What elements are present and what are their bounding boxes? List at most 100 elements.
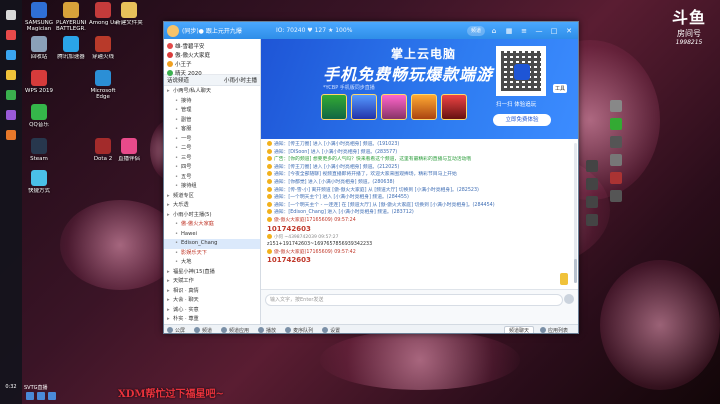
gift-icon[interactable]	[560, 273, 568, 285]
channel-tree-node[interactable]: • 副管	[164, 116, 260, 126]
notice-icon	[267, 156, 272, 162]
channel-tree-node[interactable]: ▸ 相识 · 真情	[164, 287, 260, 297]
desktop-icon-label: 直播伴侣	[117, 156, 140, 162]
toolbar-button[interactable]: 设置	[322, 327, 341, 334]
channel-tree-node[interactable]: ▸ 小两号/私人聊天	[164, 87, 260, 97]
stream-label: SVTG直播	[24, 385, 48, 391]
toolbar-button[interactable]: 频道	[194, 327, 212, 333]
app-icon[interactable]	[6, 70, 16, 80]
notice-icon	[267, 148, 272, 154]
channel-tree-node[interactable]: ▸ 大会 · 聊天	[164, 296, 260, 306]
channel-tree-label: 小雨小时主播(5)	[173, 211, 212, 218]
channel-pill[interactable]: 频道	[466, 25, 485, 36]
desktop-icon-label: WPS 2019	[25, 88, 53, 94]
chat-input[interactable]: 输入文字，按Enter发送	[265, 294, 563, 306]
channel-tree-node[interactable]: • 傲-傲火大家庭	[164, 220, 260, 230]
channel-tree-node[interactable]: ▸ 诚心 · 实意	[164, 306, 260, 316]
channel-tree-node[interactable]: • 接待组	[164, 182, 260, 192]
desktop-icon[interactable]: QQ音乐	[24, 104, 54, 134]
app-icon[interactable]	[6, 30, 16, 40]
toolbar-button[interactable]: 公屏	[167, 327, 186, 334]
channel-member-row[interactable]: 小王子	[167, 59, 257, 68]
channel-tree-label: 福星小神(15)直播	[173, 268, 215, 275]
channel-tree-node[interactable]: • 客服	[164, 125, 260, 135]
desktop-icon[interactable]: Steam	[24, 138, 54, 168]
channel-tree-label: 四号	[181, 164, 192, 170]
channel-member-row[interactable]: 雄-雪碧平安	[167, 41, 257, 50]
grid-icon[interactable]: ▦	[503, 25, 515, 37]
chat-notice: 通知：[DISoon] 进入 [小满小时亮相身] 频道。(283577)	[267, 148, 574, 157]
toolbar-label: 设置	[330, 327, 341, 334]
channel-tree-node[interactable]: ▸ 天赋工作	[164, 277, 260, 287]
app-icon[interactable]	[6, 130, 16, 140]
chat-message: z151+191742603~1697657856939342233	[267, 242, 373, 248]
desktop-icon-label: 回收站	[30, 54, 48, 60]
desktop-icon[interactable]: SAMSUNG Magician	[24, 2, 54, 32]
app-icon[interactable]	[6, 90, 16, 100]
channel-tree-node[interactable]: ▸ 福星小神(15)直播	[164, 268, 260, 278]
main-area: 掌上云电脑 手机免费畅玩爆款端游 *YCBP 手机版同步直播 扫一扫 体验追玩 …	[261, 39, 578, 324]
toolbar-button[interactable]: 频道应用	[221, 327, 249, 333]
desktop-icon[interactable]: 回收站	[24, 36, 54, 66]
input-area: 输入文字，按Enter发送	[261, 289, 578, 324]
yy-window: (同步)● 跟上元开九爆 IO: 70240 ♥ 127 ★ 100% 频道 ⌂…	[163, 21, 579, 334]
member-badge-icon	[167, 69, 173, 76]
channel-tree-node[interactable]: ▸ 小雨小时主播(5)	[164, 211, 260, 221]
side-tool-button[interactable]: 工具	[553, 84, 568, 93]
channel-tree-node[interactable]: ▸ 频道专区	[164, 192, 260, 202]
free-trial-button[interactable]: 立即免费体验	[493, 114, 551, 126]
channel-tree-node[interactable]: • 四号	[164, 163, 260, 173]
channel-tree-node[interactable]: • 二号	[164, 144, 260, 154]
toolbar-icon	[285, 327, 292, 333]
app-list-button[interactable]: 应用列表	[539, 327, 568, 333]
close-button[interactable]: ✕	[563, 25, 575, 37]
desktop-icon[interactable]: Microsoft Edge	[88, 70, 118, 100]
desktop-icon[interactable]: 穿越火线	[88, 36, 118, 66]
channel-tree-node[interactable]: • 影娱乐天下	[164, 249, 260, 259]
menu-icon[interactable]: ≡	[518, 25, 530, 37]
channel-tree-node[interactable]: • Edison_Chang	[164, 239, 260, 249]
toolbar-button[interactable]: 麦序队列	[285, 327, 313, 333]
channel-tree-label: 一号	[181, 135, 192, 142]
home-icon[interactable]: ⌂	[488, 25, 500, 37]
start-icon[interactable]	[6, 10, 16, 20]
desktop-icon[interactable]: 腾讯加速器	[56, 36, 86, 66]
channel-member-row[interactable]: 傲-傲火大家庭	[167, 50, 257, 59]
channel-tree-node[interactable]: • 管理	[164, 106, 260, 116]
minimize-button[interactable]: —	[533, 25, 545, 37]
current-sub-channel[interactable]: 小雨小时主播	[224, 76, 257, 84]
channel-tree-node[interactable]: • 五号	[164, 173, 260, 183]
channel-tree-node[interactable]: • 一号	[164, 135, 260, 145]
channel-tree-node[interactable]: ▸ 大乐透	[164, 201, 260, 211]
toolbar-label: 公屏	[175, 327, 186, 334]
channel-tree-label: 相识 · 真情	[173, 287, 199, 294]
send-icon[interactable]	[564, 294, 574, 304]
desktop-icon[interactable]: 新建文件夹	[114, 2, 144, 32]
channel-tree-node[interactable]: • Hawei	[164, 230, 260, 240]
channel-tree-node[interactable]: • 三号	[164, 154, 260, 164]
member-badge-icon	[167, 60, 173, 67]
toolbar-button[interactable]: 播放	[258, 327, 277, 334]
desktop-icon[interactable]: 快捷方式	[24, 170, 54, 200]
title-bar[interactable]: (同步)● 跟上元开九爆 IO: 70240 ♥ 127 ★ 100% 频道 ⌂…	[164, 22, 578, 39]
app-icon	[95, 70, 111, 86]
chat-mode-select[interactable]: 频道聊天	[503, 325, 534, 333]
maximize-button[interactable]: □	[548, 25, 560, 37]
desktop-icon[interactable]: 直播伴侣	[114, 138, 144, 168]
channel-tree-header: 话说频道 小雨小时主播	[164, 75, 260, 86]
app-icon[interactable]	[6, 110, 16, 120]
desktop-icon[interactable]: PLAYERUNKNOWN'S BATTLEGR...	[56, 2, 86, 32]
app-icon	[31, 138, 47, 154]
ad-banner[interactable]: 掌上云电脑 手机免费畅玩爆款端游 *YCBP 手机版同步直播 扫一扫 体验追玩 …	[261, 39, 578, 139]
channel-avatar[interactable]	[167, 24, 179, 37]
desktop-icon[interactable]: WPS 2019	[24, 70, 54, 100]
app-icon	[31, 2, 47, 18]
channel-tree-node[interactable]: • 大地	[164, 258, 260, 268]
chat-scrollbar[interactable]	[574, 143, 577, 283]
toolbar-label: 播放	[266, 327, 277, 334]
notice-icon	[267, 216, 272, 222]
chat-notice: 通知：[一个明天主个 - 一连连] 在 [频道大厅] 从 [傲-傲火大家庭] 切…	[267, 201, 574, 210]
app-icon[interactable]	[6, 50, 16, 60]
channel-tree-pane: 雄-雪碧平安 傲-傲火大家庭 小王子 晴天 2020 话说频道 小雨小时主播 ▸ 小两号…	[164, 39, 261, 332]
channel-tree-node[interactable]: • 接待	[164, 97, 260, 107]
